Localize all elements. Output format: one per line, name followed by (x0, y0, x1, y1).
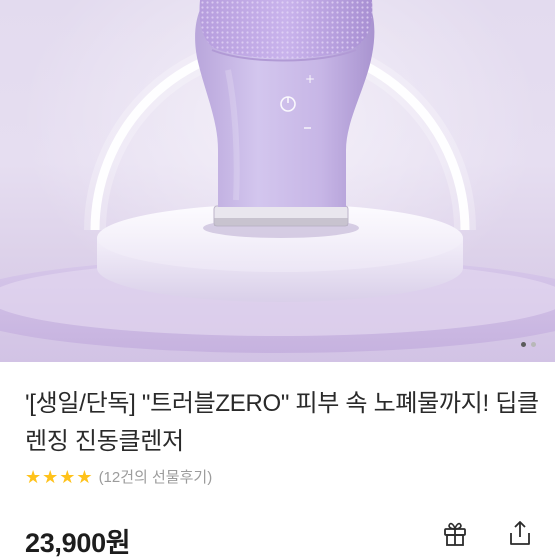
gift-icon (444, 522, 466, 546)
carousel-dot-active[interactable] (521, 342, 526, 347)
star-icon: ★ (76, 466, 93, 487)
gift-button[interactable] (438, 516, 472, 550)
product-photo: + (0, 0, 555, 353)
star-icon: ★ (25, 466, 42, 487)
product-image[interactable]: + (0, 0, 555, 362)
svg-text:+: + (305, 72, 315, 86)
rating-stars: ★ ★ ★ ★ (25, 468, 93, 486)
carousel-indicator[interactable] (521, 342, 536, 347)
star-icon: ★ (42, 466, 59, 487)
star-icon: ★ (59, 466, 76, 487)
review-count[interactable]: (12건의 선물후기) (99, 466, 213, 487)
share-icon (510, 521, 530, 545)
share-button[interactable] (503, 516, 537, 550)
carousel-dot[interactable] (531, 342, 536, 347)
product-title: '[생일/단독] "트러블ZERO" 피부 속 노폐물까지! 딥클렌징 진동클렌… (25, 390, 539, 455)
rating-row[interactable]: ★ ★ ★ ★ (12건의 선물후기) (25, 466, 212, 487)
product-price: 23,900원 (25, 528, 131, 558)
